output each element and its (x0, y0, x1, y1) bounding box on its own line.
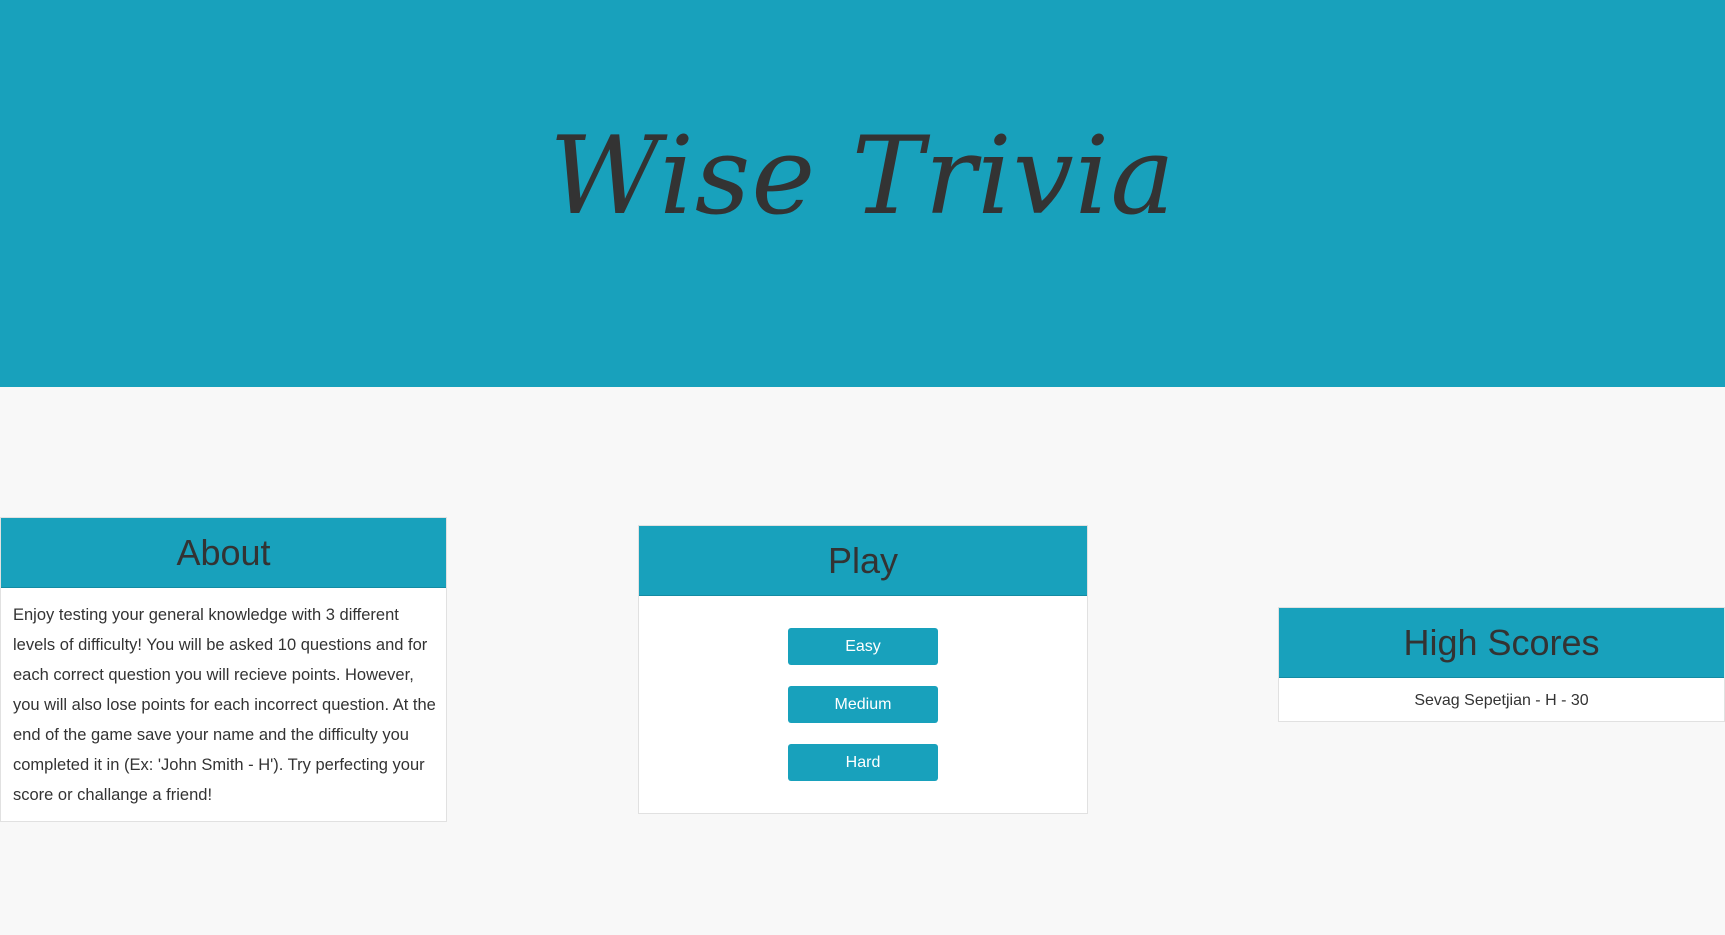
high-score-entry: Sevag Sepetjian - H - 30 (1414, 692, 1589, 709)
high-scores-heading: High Scores (1279, 608, 1724, 678)
hard-button[interactable]: Hard (788, 744, 938, 781)
easy-button[interactable]: Easy (788, 628, 938, 665)
high-scores-panel: High Scores Sevag Sepetjian - H - 30 (1278, 607, 1725, 722)
medium-button[interactable]: Medium (788, 686, 938, 723)
about-panel: About Enjoy testing your general knowled… (0, 517, 447, 822)
play-panel: Play Easy Medium Hard (638, 525, 1088, 814)
play-heading: Play (639, 526, 1087, 596)
high-scores-list: Sevag Sepetjian - H - 30 (1279, 678, 1724, 724)
about-text: Enjoy testing your general knowledge wit… (13, 606, 436, 804)
site-title: Wise Trivia (549, 114, 1176, 239)
about-heading: About (1, 518, 446, 588)
difficulty-buttons: Easy Medium Hard (639, 596, 1087, 802)
hero-banner: Wise Trivia (0, 0, 1725, 387)
